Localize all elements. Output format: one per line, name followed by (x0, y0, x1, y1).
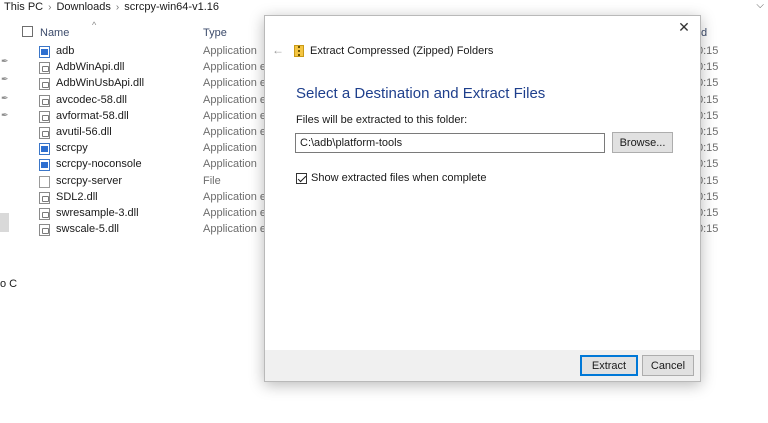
extract-button[interactable]: Extract (580, 355, 638, 376)
file-name: SDL2.dll (56, 190, 98, 203)
file-type: Application (203, 45, 257, 57)
destination-path-input[interactable] (295, 133, 605, 153)
back-arrow-icon[interactable]: ← (272, 43, 284, 57)
file-type: Application ext (203, 77, 264, 90)
dll-icon (39, 78, 50, 91)
file-name: swresample-3.dll (56, 207, 139, 219)
dialog-heading: Select a Destination and Extract Files (296, 85, 546, 102)
cancel-button[interactable]: Cancel (642, 355, 694, 376)
dialog-footer: Extract Cancel (265, 350, 700, 381)
dll-icon (39, 127, 50, 139)
dll-icon (39, 62, 50, 75)
file-name: swscale-5.dll (56, 223, 119, 236)
dll-icon (39, 208, 50, 220)
file-name: scrcpy-noconsole (56, 158, 142, 171)
file-type: File (203, 174, 221, 187)
file-name: scrcpy (56, 142, 88, 155)
nav-item-partial[interactable]: o C (0, 278, 17, 290)
file-name: avcodec-58.dll (56, 93, 127, 106)
dll-icon (39, 224, 50, 237)
chevron-down-icon[interactable]: ⌵ (756, 0, 764, 11)
browse-button[interactable]: Browse... (612, 132, 673, 153)
sort-up-icon: ^ (92, 20, 97, 30)
destination-label: Files will be extracted to this folder: (296, 114, 468, 126)
chevron-right-icon: › (115, 1, 120, 13)
dll-icon (39, 191, 50, 204)
breadcrumb-item-downloads[interactable]: Downloads (56, 1, 110, 13)
app-icon (39, 159, 50, 172)
show-files-checkbox[interactable] (296, 172, 307, 184)
file-type: Application ext (203, 223, 264, 236)
extract-dialog: ✕ ← Extract Compressed (Zipped) Folders … (264, 15, 701, 382)
file-name: scrcpy-server (56, 174, 123, 187)
file-type: Application ext (203, 93, 264, 106)
column-header-date[interactable]: d (701, 27, 707, 39)
file-name: AdbWinApi.dll (56, 61, 125, 74)
file-type: Application ext (203, 207, 264, 219)
file-type: Application ext (203, 109, 264, 122)
file-name: adb (56, 45, 75, 57)
column-header-name[interactable]: Name (40, 27, 69, 39)
file-name: avutil-56.dll (56, 126, 112, 138)
file-type: Application (203, 142, 257, 155)
file-type: Application ext (203, 126, 264, 138)
app-icon (39, 46, 50, 58)
column-header-type[interactable]: Type (203, 27, 227, 39)
file-name: avformat-58.dll (56, 109, 129, 122)
file-type: Application ext (203, 61, 264, 74)
dll-icon (39, 94, 50, 107)
breadcrumb-item-folder[interactable]: scrcpy-win64-v1.16 (124, 1, 219, 13)
file-type: Application (203, 158, 257, 171)
select-all-checkbox[interactable] (22, 26, 33, 37)
show-files-option[interactable]: Show extracted files when complete (296, 172, 486, 184)
dialog-title: Extract Compressed (Zipped) Folders (310, 45, 494, 57)
file-icon (39, 175, 50, 188)
file-type: Application ext (203, 190, 264, 203)
breadcrumb: This PC › Downloads › scrcpy-win64-v1.16 (0, 0, 768, 14)
app-icon (39, 143, 50, 156)
zip-folder-icon (294, 45, 304, 57)
file-name: AdbWinUsbApi.dll (56, 77, 145, 90)
show-files-label: Show extracted files when complete (311, 172, 487, 184)
close-icon[interactable]: ✕ (676, 19, 692, 35)
dll-icon (39, 110, 50, 123)
chevron-right-icon: › (48, 1, 52, 13)
breadcrumb-item-this-pc[interactable]: This PC (4, 1, 43, 13)
